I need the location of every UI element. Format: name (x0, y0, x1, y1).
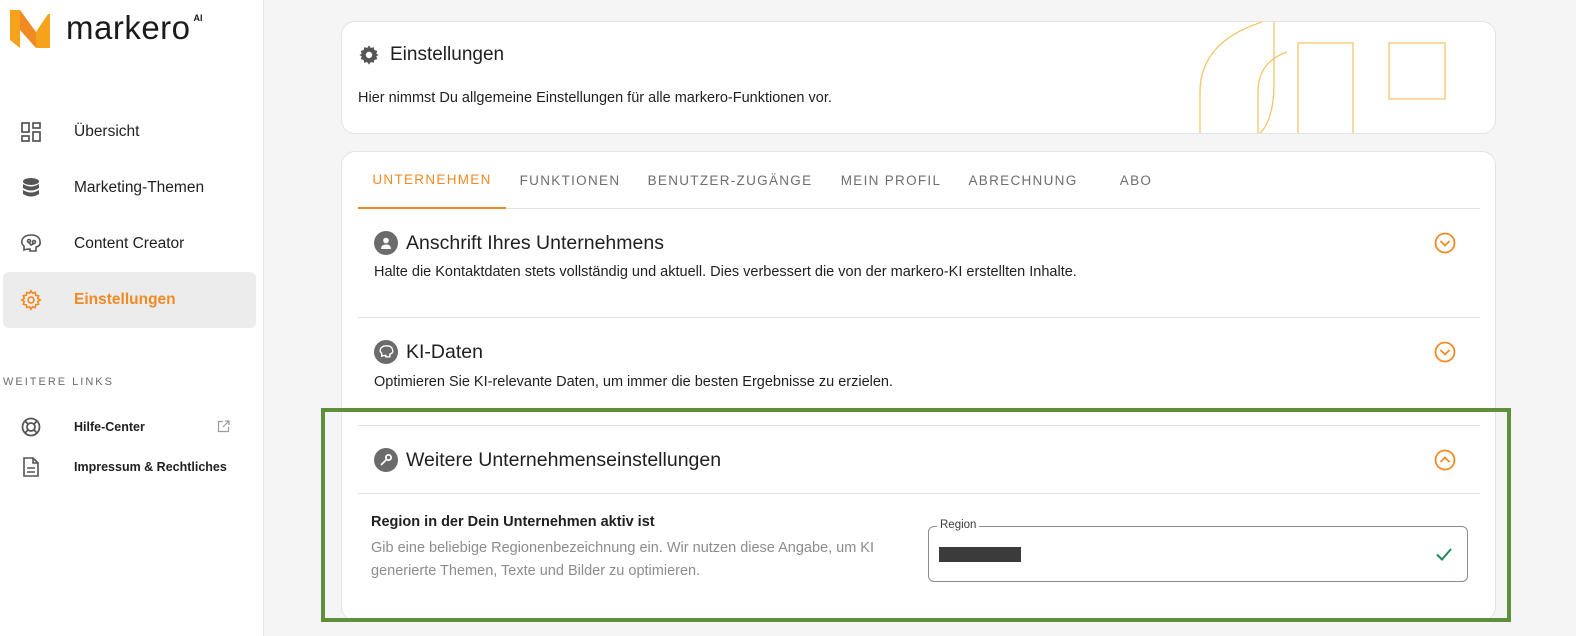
impressum-link[interactable]: Impressum & Rechtliches (0, 452, 240, 482)
sidebar: markero AI Übersicht Marketing-Themen Co… (0, 0, 264, 636)
region-input[interactable]: Region (928, 519, 1468, 582)
dashboard-icon (20, 121, 42, 143)
database-icon (20, 177, 42, 199)
tab-mein-profil[interactable]: MEIN PROFIL (826, 152, 956, 209)
page-description: Hier nimmst Du allgemeine Einstellungen … (358, 90, 832, 106)
more-links-heading: WEITERE LINKS (3, 376, 114, 388)
gear-icon (20, 289, 42, 311)
document-icon (20, 456, 42, 478)
section-title: Weitere Unternehmenseinstellungen (406, 448, 722, 471)
section-description: Halte die Kontaktdaten stets vollständig… (374, 264, 1077, 280)
tab-unternehmen[interactable]: UNTERNEHMEN (358, 152, 506, 209)
tab-benutzer-zugaenge[interactable]: BENUTZER-ZUGÄNGE (634, 152, 826, 209)
brain-icon (374, 340, 398, 364)
sidebar-item-content-creator[interactable]: Content Creator (3, 216, 256, 272)
brand-name: markero (66, 9, 191, 46)
brand-suffix: AI (193, 13, 203, 23)
sidebar-item-label: Übersicht (74, 123, 140, 140)
section-weitere-einstellungen[interactable]: Weitere Unternehmenseinstellungen (358, 426, 1480, 494)
region-field-help: Gib eine beliebige Regionenbezeichnung e… (371, 540, 875, 579)
chevron-up-icon[interactable] (1434, 449, 1456, 471)
impressum-label: Impressum & Rechtliches (74, 460, 227, 474)
lifebuoy-icon (20, 416, 42, 438)
sidebar-item-label: Content Creator (74, 235, 185, 252)
sidebar-item-label: Einstellungen (74, 291, 176, 308)
wrench-icon (374, 448, 398, 472)
section-description: Optimieren Sie KI-relevante Daten, um im… (374, 374, 894, 390)
chevron-down-icon[interactable] (1434, 341, 1456, 363)
tab-funktionen[interactable]: FUNKTIONEN (506, 152, 634, 209)
person-icon (374, 231, 398, 255)
brain-icon (20, 233, 42, 255)
chevron-down-icon[interactable] (1434, 232, 1456, 254)
sidebar-item-label: Marketing-Themen (74, 179, 205, 196)
settings-main-card: UNTERNEHMEN FUNKTIONEN BENUTZER-ZUGÄNGE … (341, 151, 1496, 621)
section-ki-daten[interactable]: KI-Daten Optimieren Sie KI-relevante Dat… (358, 318, 1480, 426)
settings-tabs: UNTERNEHMEN FUNKTIONEN BENUTZER-ZUGÄNGE … (358, 152, 1480, 209)
settings-header-card: Einstellungen Hier nimmst Du allgemeine … (341, 21, 1496, 134)
page-title-text: Einstellungen (390, 44, 505, 65)
markero-logo[interactable]: markero AI (10, 9, 203, 50)
region-input-label: Region (937, 519, 980, 531)
section-header: Weitere Unternehmenseinstellungen (374, 448, 721, 472)
region-input-value-redacted (939, 547, 1021, 562)
section-title: KI-Daten (406, 340, 483, 363)
sidebar-item-einstellungen[interactable]: Einstellungen (3, 272, 256, 328)
sidebar-nav: Übersicht Marketing-Themen Content Creat… (3, 104, 256, 328)
section-address[interactable]: Anschrift Ihres Unternehmens Halte die K… (358, 209, 1480, 318)
section-header: KI-Daten (374, 340, 483, 364)
help-center-link[interactable]: Hilfe-Center (0, 412, 240, 442)
decorative-pattern (1199, 22, 1446, 133)
sidebar-item-marketing-themen[interactable]: Marketing-Themen (3, 160, 256, 216)
help-center-label: Hilfe-Center (74, 420, 145, 434)
page-title: Einstellungen (358, 44, 504, 66)
external-link-icon (217, 420, 230, 433)
markero-logo-mark (10, 10, 50, 48)
region-field-title: Region in der Dein Unternehmen aktiv ist (371, 514, 655, 530)
tab-abrechnung[interactable]: ABRECHNUNG (956, 152, 1090, 209)
section-header: Anschrift Ihres Unternehmens (374, 231, 664, 255)
section-title: Anschrift Ihres Unternehmens (406, 231, 664, 254)
sidebar-item-uebersicht[interactable]: Übersicht (3, 104, 256, 160)
checkmark-icon (1436, 548, 1452, 561)
gear-icon (359, 45, 379, 65)
tab-abo[interactable]: ABO (1090, 152, 1182, 209)
